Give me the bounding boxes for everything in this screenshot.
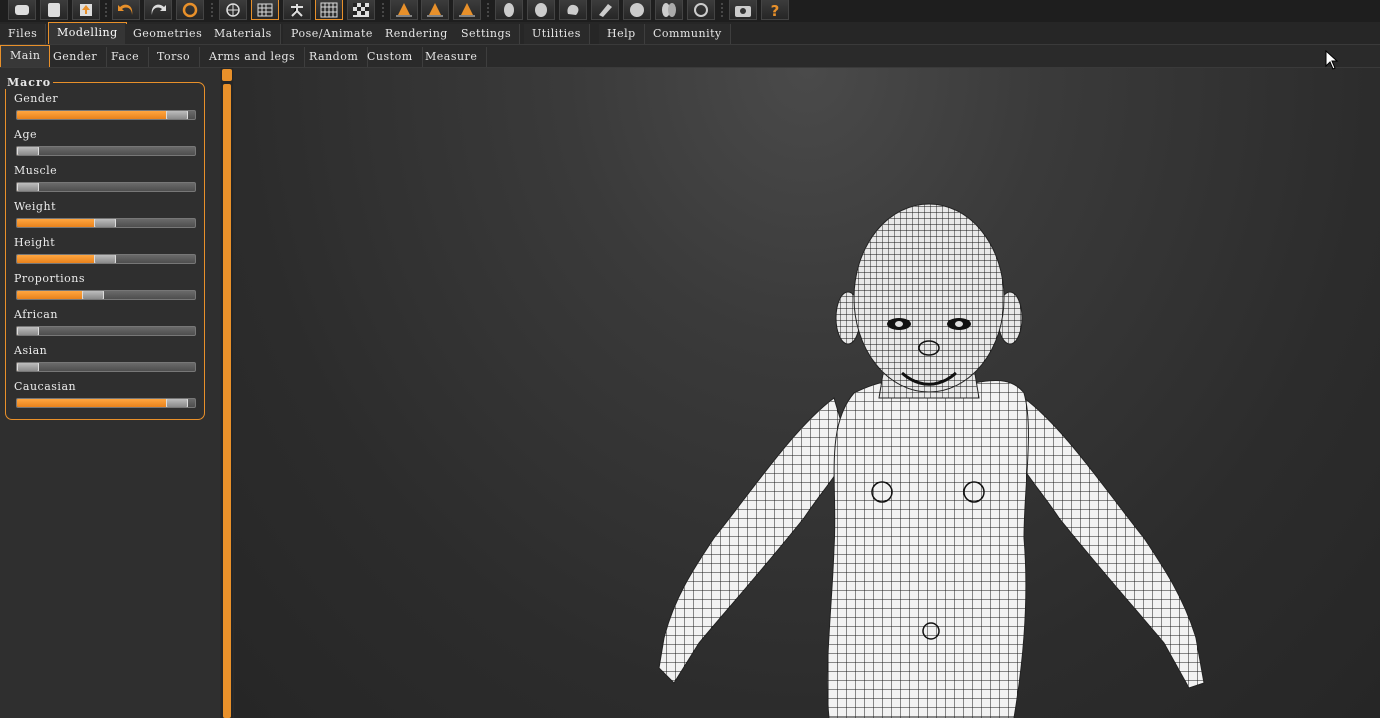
- 3d-viewport[interactable]: [234, 68, 1380, 718]
- slider-fill: [17, 399, 177, 407]
- slider-thumb[interactable]: [94, 255, 116, 263]
- feet-icon[interactable]: [591, 0, 619, 20]
- svg-text:?: ?: [771, 2, 780, 18]
- muscle-slider[interactable]: [16, 182, 196, 192]
- panel-scrollbar[interactable]: [221, 68, 233, 718]
- undo-icon[interactable]: [112, 0, 140, 20]
- tab-files[interactable]: Files: [0, 24, 47, 44]
- mouse-cursor-icon: [1325, 50, 1339, 70]
- slider-thumb[interactable]: [17, 327, 39, 335]
- slider-label-height: Height: [14, 236, 56, 249]
- modifier-panel: Macro Gender Age Muscle Weight Height Proport…: [0, 68, 220, 718]
- tab-settings[interactable]: Settings: [453, 24, 521, 44]
- hands-icon[interactable]: [559, 0, 587, 20]
- sub-tab-bar: Main Gender Face Torso Arms and legs Ran…: [0, 45, 1380, 68]
- reset-icon[interactable]: [176, 0, 204, 20]
- tab-community[interactable]: Community: [645, 24, 731, 44]
- gender-slider[interactable]: [16, 110, 196, 120]
- save-icon[interactable]: [40, 0, 68, 20]
- slider-fill: [17, 111, 177, 119]
- tab-help[interactable]: Help: [599, 24, 645, 44]
- side-view-icon[interactable]: [453, 0, 481, 20]
- slider-label-muscle: Muscle: [14, 164, 58, 177]
- back-view-icon[interactable]: [421, 0, 449, 20]
- slider-fill: [17, 255, 105, 263]
- tab-modelling[interactable]: Modelling: [48, 22, 127, 44]
- slider-label-asian: Asian: [14, 344, 48, 357]
- slider-label-weight: Weight: [14, 200, 56, 213]
- scroll-handle[interactable]: [223, 84, 231, 718]
- african-slider[interactable]: [16, 326, 196, 336]
- slider-thumb[interactable]: [166, 399, 188, 407]
- age-slider[interactable]: [16, 146, 196, 156]
- slider-thumb[interactable]: [94, 219, 116, 227]
- slider-label-african: African: [14, 308, 58, 321]
- scroll-up-arrow[interactable]: [222, 69, 232, 81]
- slider-label-proportions: Proportions: [14, 272, 85, 285]
- subtab-custom[interactable]: Custom: [358, 47, 423, 67]
- redo-icon[interactable]: [144, 0, 172, 20]
- sphere-icon[interactable]: [623, 0, 651, 20]
- proportions-slider[interactable]: [16, 290, 196, 300]
- tab-utilities[interactable]: Utilities: [524, 24, 590, 44]
- caucasian-slider[interactable]: [16, 398, 196, 408]
- slider-thumb[interactable]: [17, 147, 39, 155]
- head-icon[interactable]: [527, 0, 555, 20]
- subtab-torso[interactable]: Torso: [148, 47, 201, 67]
- front-view-icon[interactable]: [390, 0, 418, 20]
- tab-pose-animate[interactable]: Pose/Animate: [283, 24, 382, 44]
- camera-reset-icon[interactable]: [687, 0, 715, 20]
- face-icon[interactable]: [495, 0, 523, 20]
- tab-materials[interactable]: Materials: [206, 24, 281, 44]
- pose-icon[interactable]: [283, 0, 311, 20]
- subtab-gender[interactable]: Gender: [44, 47, 108, 67]
- macro-group-title: Macro: [5, 76, 54, 89]
- help-icon[interactable]: ?: [761, 0, 789, 20]
- new-icon[interactable]: [8, 0, 36, 20]
- slider-label-gender: Gender: [14, 92, 59, 105]
- height-slider[interactable]: [16, 254, 196, 264]
- checker-icon[interactable]: [347, 0, 375, 20]
- subtab-main[interactable]: Main: [0, 45, 51, 67]
- body-icon[interactable]: [655, 0, 683, 20]
- main-tab-bar: Files Modelling Geometries Materials Pos…: [0, 22, 1380, 45]
- grid-icon[interactable]: [315, 0, 343, 20]
- human-model: [658, 203, 1205, 718]
- main-toolbar: ?: [0, 0, 1380, 22]
- subtab-face[interactable]: Face: [102, 47, 150, 67]
- subtab-measure[interactable]: Measure: [416, 47, 488, 67]
- slider-thumb[interactable]: [82, 291, 104, 299]
- slider-label-caucasian: Caucasian: [14, 380, 77, 393]
- asian-slider[interactable]: [16, 362, 196, 372]
- slider-thumb[interactable]: [17, 363, 39, 371]
- slider-fill: [17, 219, 105, 227]
- slider-label-age: Age: [14, 128, 37, 141]
- tab-rendering[interactable]: Rendering: [377, 24, 457, 44]
- tab-geometries[interactable]: Geometries: [125, 24, 212, 44]
- smooth-icon[interactable]: [219, 0, 247, 20]
- screenshot-icon[interactable]: [729, 0, 757, 20]
- subtab-arms-and-legs[interactable]: Arms and legs: [200, 47, 306, 67]
- slider-thumb[interactable]: [17, 183, 39, 191]
- slider-thumb[interactable]: [166, 111, 188, 119]
- weight-slider[interactable]: [16, 218, 196, 228]
- export-icon[interactable]: [72, 0, 100, 20]
- wireframe-icon[interactable]: [251, 0, 279, 20]
